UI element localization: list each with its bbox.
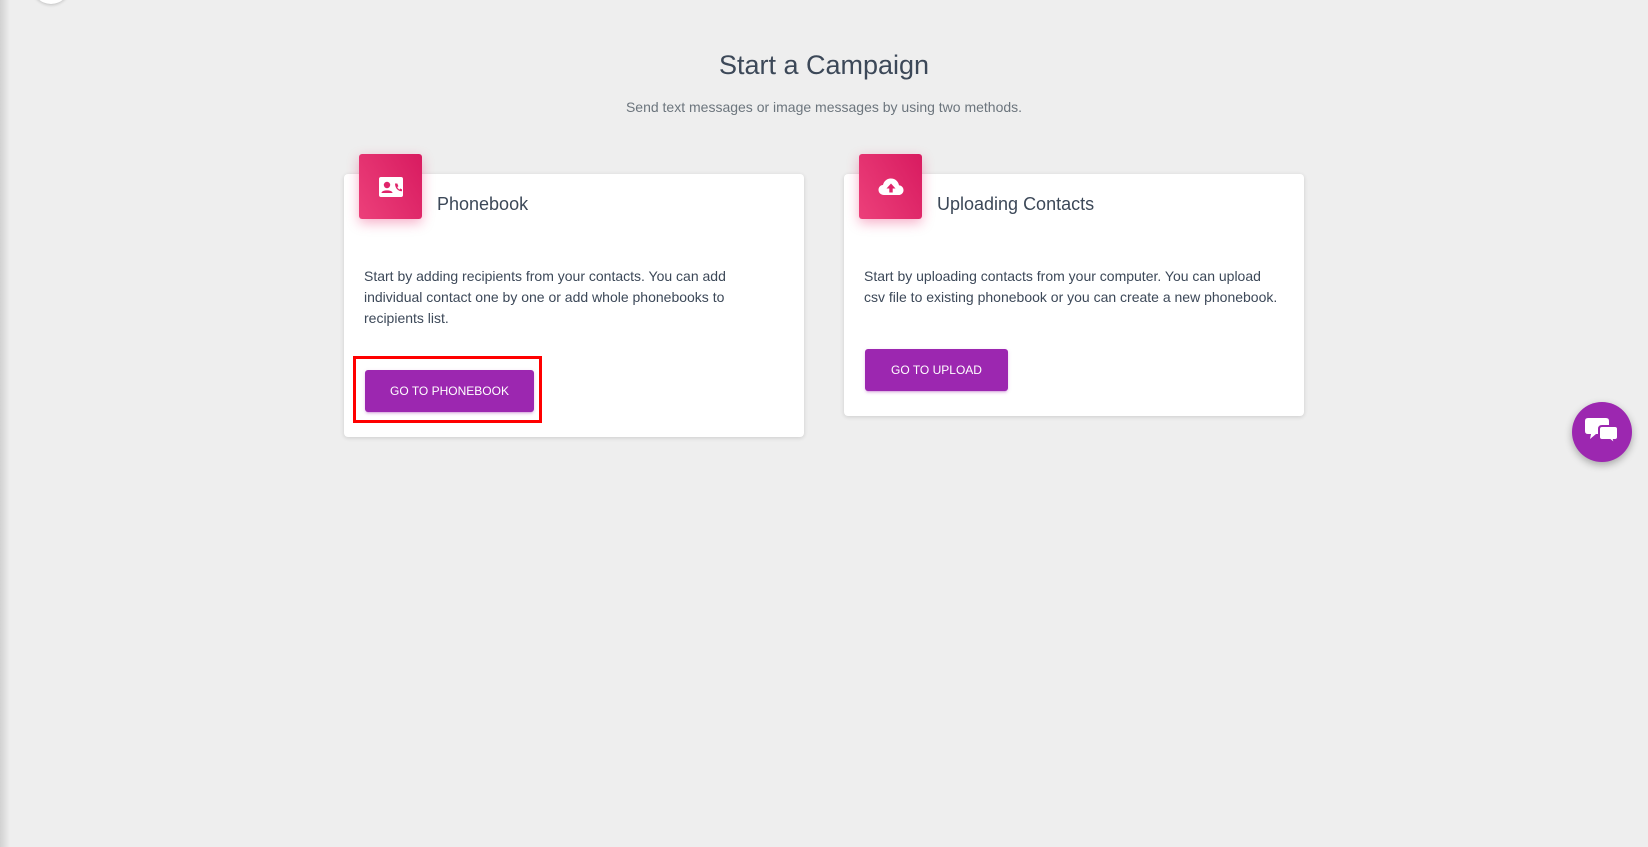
chat-widget-button[interactable] [1572, 402, 1632, 462]
campaign-page: Start a Campaign Send text messages or i… [0, 0, 1648, 847]
go-to-upload-button[interactable]: GO TO UPLOAD [865, 349, 1008, 391]
upload-card-description: Start by uploading contacts from your co… [864, 268, 1278, 305]
phonebook-card: Phonebook Start by adding recipients fro… [344, 154, 804, 437]
chat-bubbles-icon [1585, 416, 1619, 449]
upload-contacts-card: Uploading Contacts Start by uploading co… [844, 154, 1304, 416]
sidebar-edge-shadow [0, 0, 10, 847]
phonebook-card-title: Phonebook [437, 194, 529, 214]
page-title: Start a Campaign [718, 50, 930, 80]
phonebook-card-description: Start by adding recipients from your con… [364, 268, 726, 326]
go-to-phonebook-button[interactable]: GO TO PHONEBOOK [365, 370, 534, 412]
upload-card-title: Uploading Contacts [937, 194, 1095, 214]
contact-card-icon [359, 154, 422, 219]
cloud-upload-icon [859, 154, 922, 219]
top-round-button[interactable] [32, 0, 70, 4]
page-subtitle: Send text messages or image messages by … [625, 99, 1023, 115]
